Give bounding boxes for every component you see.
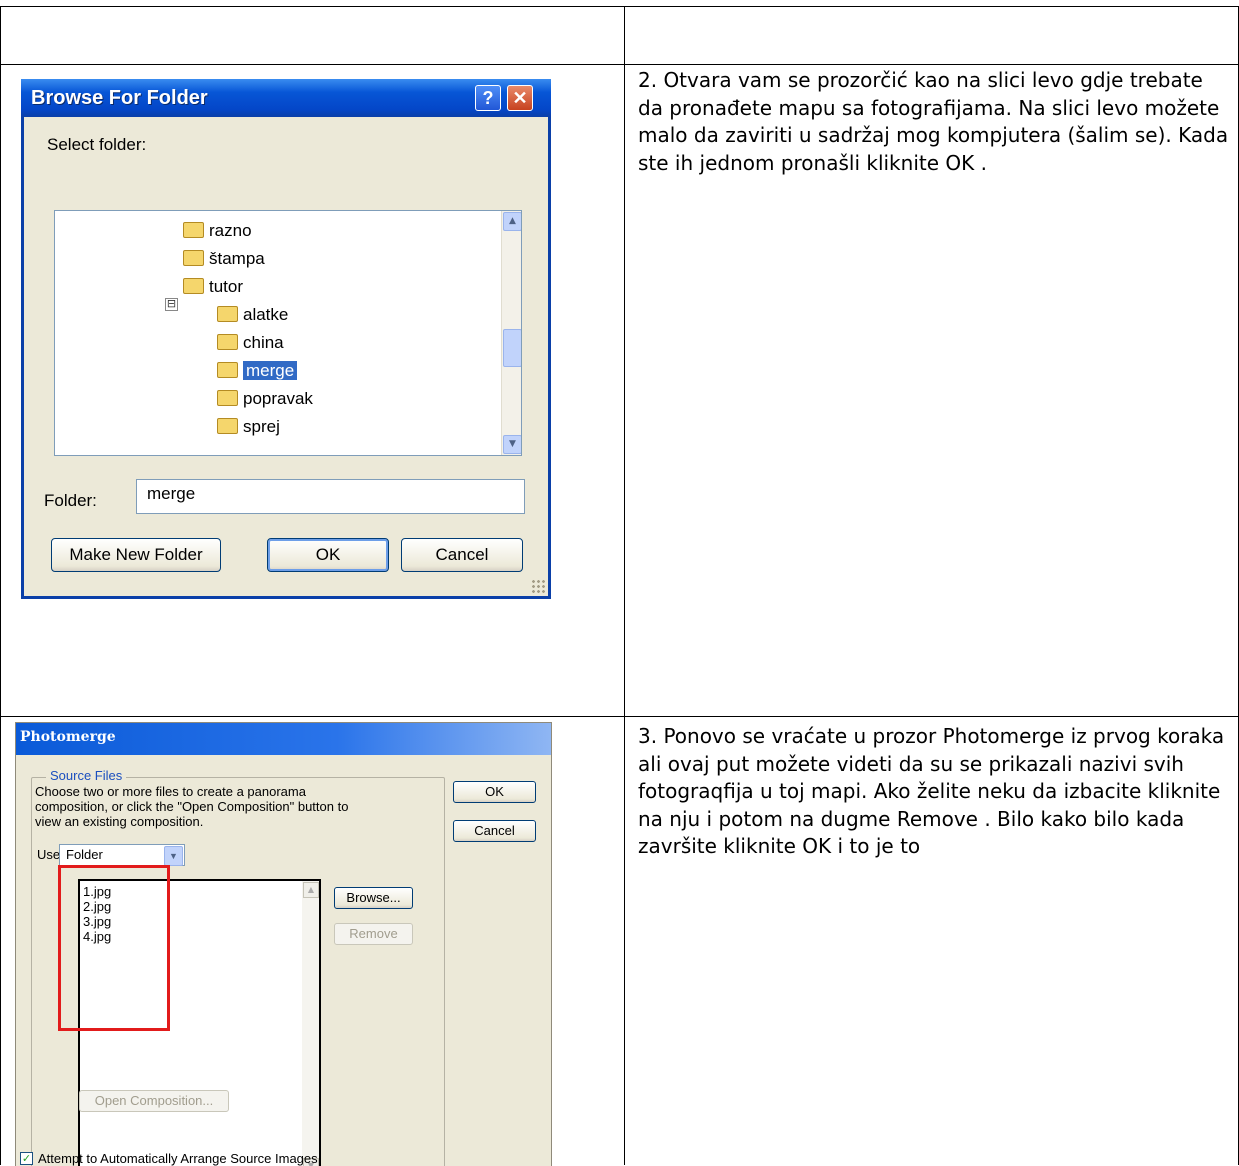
photomerge-ok-button[interactable]: OK xyxy=(453,781,536,803)
use-select[interactable]: Folder ▼ xyxy=(59,844,185,866)
highlight-box xyxy=(58,865,170,1031)
make-new-folder-button[interactable]: Make New Folder xyxy=(51,538,221,572)
folder-icon xyxy=(183,277,204,294)
browse-button[interactable]: Browse... xyxy=(334,887,413,909)
ok-button[interactable]: OK xyxy=(267,538,389,572)
table-column-divider xyxy=(624,6,625,1165)
folder-icon xyxy=(217,333,238,350)
scroll-up-icon[interactable]: ▲ xyxy=(503,212,521,231)
table-border-left xyxy=(0,6,1,1165)
instructions-line-2: composition, or click the "Open Composit… xyxy=(35,799,349,814)
tree-item-china[interactable]: china xyxy=(217,331,284,355)
instructions-line-3: view an existing composition. xyxy=(35,814,204,829)
table-border-top xyxy=(0,6,1239,7)
open-composition-button[interactable]: Open Composition... xyxy=(79,1090,229,1112)
tree-item-razno[interactable]: razno xyxy=(183,219,252,243)
folder-icon xyxy=(217,305,238,322)
auto-arrange-label: Attempt to Automatically Arrange Source … xyxy=(38,1151,318,1166)
folder-tree[interactable]: razno štampa ⊟ tutor alatke china merge … xyxy=(54,210,522,456)
remove-button[interactable]: Remove xyxy=(334,923,413,945)
step3-description: 3. Ponovo se vraćate u prozor Photomerge… xyxy=(638,724,1225,858)
instructions-line-1: Choose two or more files to create a pan… xyxy=(35,784,306,799)
cancel-button[interactable]: Cancel xyxy=(401,538,523,572)
tree-scrollbar[interactable]: ▲ ▼ xyxy=(501,211,521,455)
folder-icon xyxy=(217,417,238,434)
folder-icon xyxy=(183,249,204,266)
help-icon[interactable]: ? xyxy=(475,85,501,111)
dialog-title-bar[interactable]: Browse For Folder ? ✕ xyxy=(21,79,551,117)
tree-item-stampa[interactable]: štampa xyxy=(183,247,265,271)
photomerge-cancel-button[interactable]: Cancel xyxy=(453,820,536,842)
chevron-down-icon[interactable]: ▼ xyxy=(164,846,183,866)
folder-icon xyxy=(183,221,204,238)
folder-icon xyxy=(217,361,238,378)
close-icon[interactable]: ✕ xyxy=(507,85,533,111)
tree-item-sprej[interactable]: sprej xyxy=(217,415,280,439)
folder-input[interactable]: merge xyxy=(136,479,525,514)
collapse-icon[interactable]: ⊟ xyxy=(165,298,178,311)
file-list-scrollbar[interactable]: ▲ ▼ xyxy=(302,881,319,1166)
tree-item-alatke[interactable]: alatke xyxy=(217,303,288,327)
folder-icon xyxy=(217,389,238,406)
dialog-title: Browse For Folder xyxy=(31,87,208,109)
auto-arrange-checkbox[interactable]: ✓ xyxy=(20,1152,33,1165)
tree-item-popravak[interactable]: popravak xyxy=(217,387,313,411)
resize-grip-icon[interactable] xyxy=(531,579,545,593)
select-folder-prompt: Select folder: xyxy=(47,135,147,154)
scroll-down-icon[interactable]: ▼ xyxy=(503,435,521,454)
step2-description: 2. Otvara vam se prozorčić kao na slici … xyxy=(638,68,1229,175)
scroll-thumb[interactable] xyxy=(503,329,521,367)
selected-folder-label: merge xyxy=(243,361,298,380)
tree-item-tutor[interactable]: tutor xyxy=(183,275,243,299)
browse-for-folder-dialog: Browse For Folder ? ✕ Select folder: raz… xyxy=(21,79,551,599)
scroll-up-icon[interactable]: ▲ xyxy=(303,882,319,898)
photomerge-title: Photomerge xyxy=(20,729,116,745)
tree-item-merge[interactable]: merge xyxy=(217,359,298,383)
photomerge-dialog: Photomerge Source Files Choose two or mo… xyxy=(15,722,552,1166)
table-border-row2 xyxy=(0,716,1239,717)
photomerge-title-bar[interactable]: Photomerge xyxy=(16,723,551,755)
use-label: Use xyxy=(37,847,61,862)
table-border-row1 xyxy=(0,64,1239,65)
source-files-label: Source Files xyxy=(46,768,127,783)
folder-label: Folder: xyxy=(44,491,97,510)
